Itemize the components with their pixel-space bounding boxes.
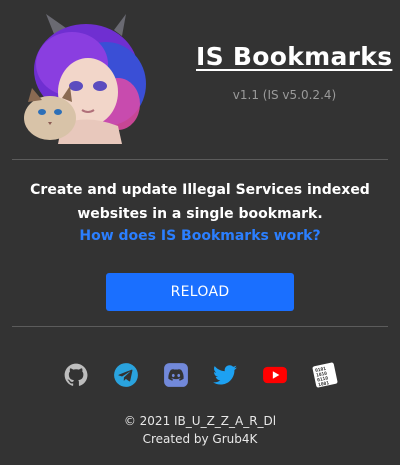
credits-text: Created by Grub4K <box>142 432 258 446</box>
social-links: 0101 1010 0110 1001 <box>0 362 400 390</box>
copyright-text: © 2021 IB_U_Z_Z_A_R_Dl <box>123 414 277 428</box>
twitter-icon[interactable] <box>212 362 238 388</box>
version-text: v1.1 (IS v5.0.2.4) <box>232 88 337 102</box>
github-icon[interactable] <box>63 362 89 388</box>
binary-icon[interactable]: 0101 1010 0110 1001 <box>312 362 338 388</box>
logo-image <box>18 14 153 144</box>
description-text: Create and update Illegal Services index… <box>30 182 370 222</box>
youtube-icon[interactable] <box>262 362 288 388</box>
divider <box>12 159 388 160</box>
reload-button[interactable]: RELOAD <box>106 273 294 311</box>
app-title[interactable]: IS Bookmarks <box>196 42 392 71</box>
discord-icon[interactable] <box>163 362 189 388</box>
telegram-icon[interactable] <box>113 362 139 388</box>
how-it-works-link[interactable]: How does IS Bookmarks work? <box>0 228 400 244</box>
header: IS Bookmarks v1.1 (IS v5.0.2.4) <box>0 0 400 160</box>
divider <box>12 326 388 327</box>
